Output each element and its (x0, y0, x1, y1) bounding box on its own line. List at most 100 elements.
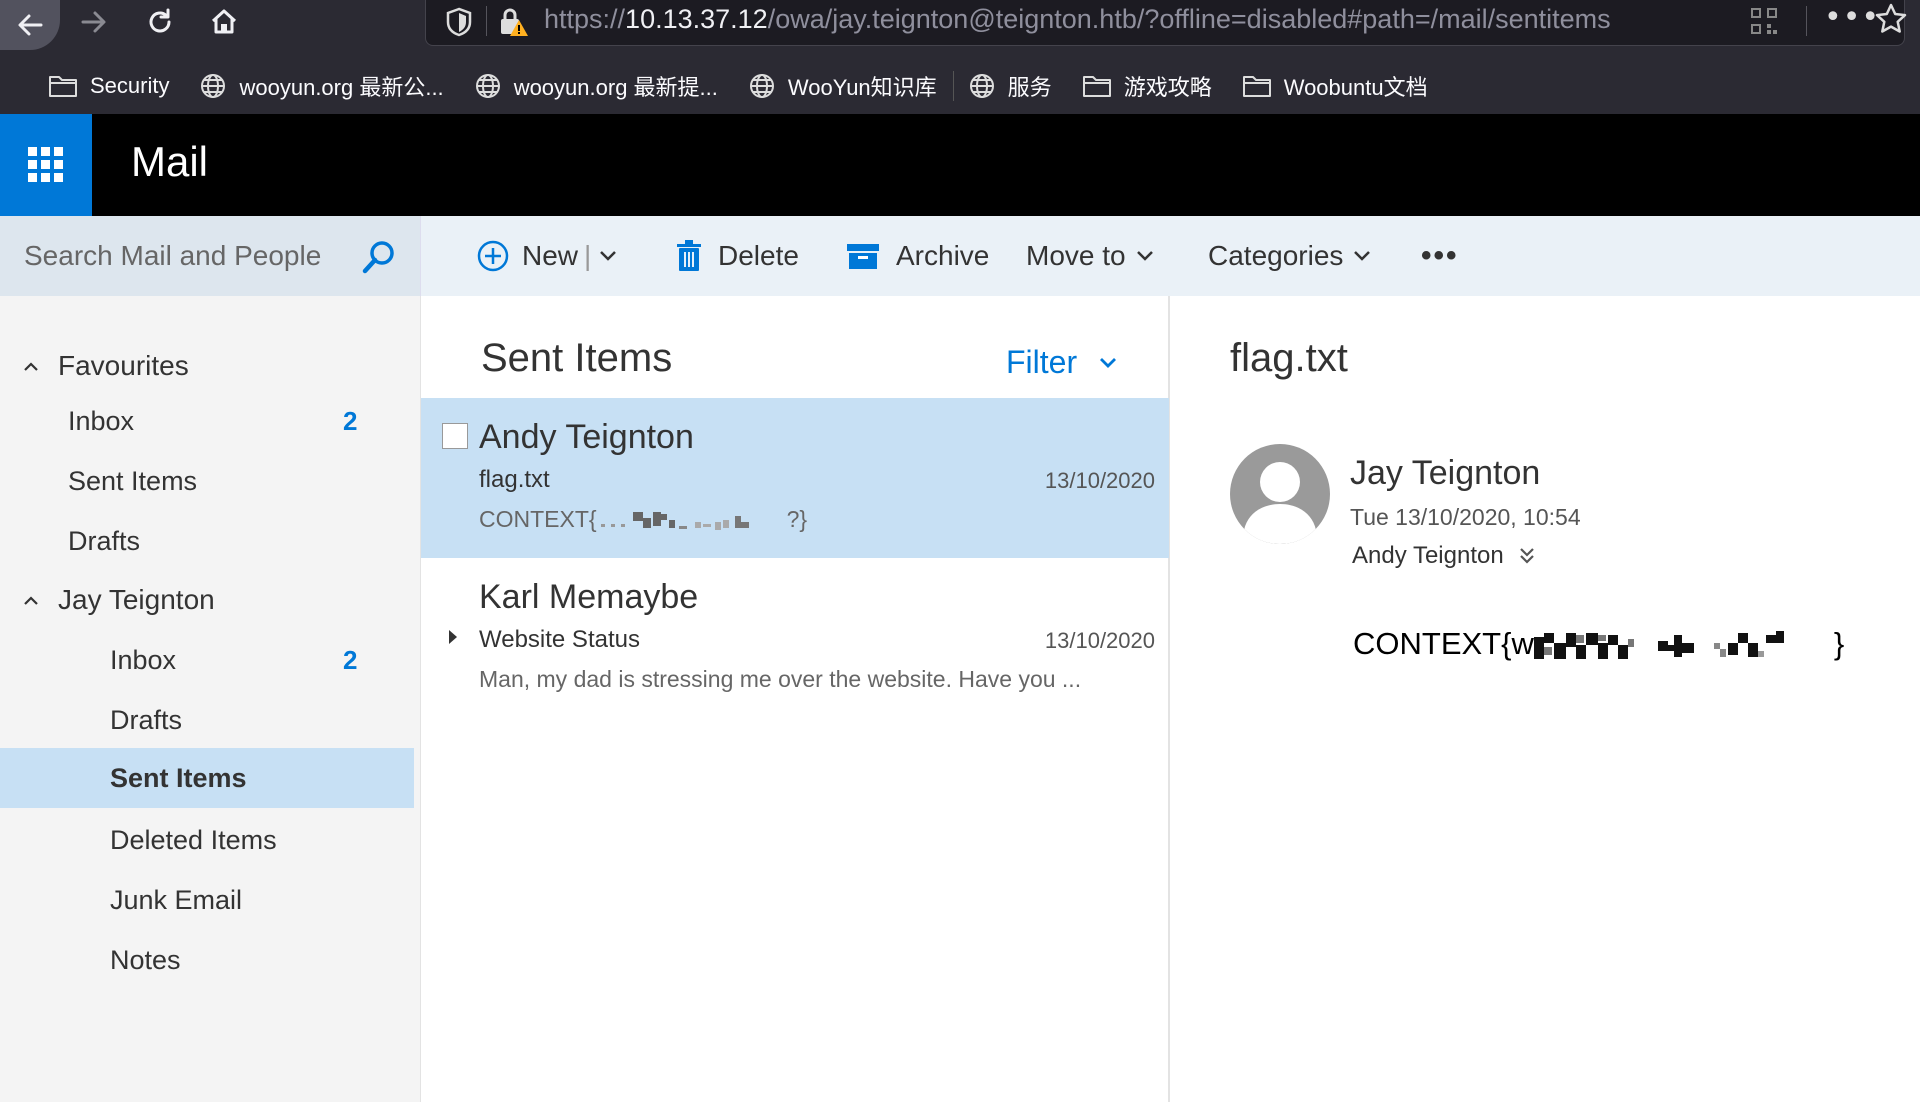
folder-favourite-inbox[interactable]: Inbox 2 (0, 391, 414, 451)
globe-icon (749, 74, 774, 98)
chevron-up-icon (24, 596, 38, 605)
message-item[interactable]: Karl Memaybe Website Status 13/10/2020 M… (421, 558, 1169, 718)
filter-label: Filter (1006, 344, 1078, 380)
search-icon[interactable] (360, 238, 398, 276)
avatar[interactable] (1230, 444, 1330, 544)
app-launcher-button[interactable] (0, 114, 92, 216)
folder-label: Drafts (110, 704, 183, 735)
delete-button[interactable]: Delete (676, 216, 799, 296)
message-item[interactable]: Andy Teignton flag.txt 13/10/2020 CONTEX… (421, 398, 1169, 558)
reading-recipient[interactable]: Andy Teignton (1352, 542, 1536, 570)
folder-title: Sent Items (481, 336, 673, 380)
message-body: CONTEXT{w} (1353, 626, 1844, 663)
message-sender: Andy Teignton (479, 418, 694, 456)
select-checkbox[interactable] (442, 423, 468, 449)
folder-favourite-sent[interactable]: Sent Items (0, 451, 414, 511)
app-title[interactable]: Mail (131, 138, 208, 186)
bookmark-woobuntu-docs[interactable]: Woobuntu文档 (1242, 66, 1428, 106)
reading-pane: flag.txt Jay Teignton Tue 13/10/2020, 10… (1170, 296, 1920, 1102)
search-input[interactable] (24, 234, 344, 278)
account-group-header[interactable]: Jay Teignton (0, 570, 414, 630)
message-subject: flag.txt (479, 466, 550, 493)
folder-label: Sent Items (68, 465, 198, 496)
bookmark-wooyun-1[interactable]: wooyun.org 最新公... (199, 66, 444, 106)
message-date: 13/10/2020 (1044, 628, 1155, 653)
trash-icon (677, 240, 701, 271)
arrow-right-icon (81, 11, 106, 33)
folder-label: Inbox (110, 644, 177, 675)
favourites-group-header[interactable]: Favourites (0, 336, 414, 396)
chevron-down-icon (1136, 251, 1153, 261)
folder-icon (1242, 76, 1271, 97)
chevron-down-icon (1354, 251, 1371, 261)
globe-icon (475, 74, 500, 98)
folder-junk-email[interactable]: Junk Email (0, 870, 414, 930)
folder-label: Inbox (68, 405, 135, 436)
folder-label: Notes (110, 944, 181, 975)
folder-favourite-drafts[interactable]: Drafts (0, 511, 414, 571)
reading-sender[interactable]: Jay Teignton (1350, 454, 1540, 493)
url-bar[interactable]: https://10.13.37.12/owa/jay.teignton@tei… (425, 0, 1908, 46)
redacted-pixelation (600, 511, 749, 530)
reload-icon (149, 8, 171, 33)
arrow-left-icon (18, 14, 43, 36)
bookmark-label: wooyun.org 最新提... (513, 75, 718, 100)
folder-inbox[interactable]: Inbox 2 (0, 630, 414, 690)
message-preview: Man, my dad is stressing me over the web… (479, 666, 1082, 692)
message-subject: Website Status (479, 626, 640, 653)
new-message-button[interactable]: New | (476, 216, 619, 296)
chevron-down-icon[interactable] (597, 245, 619, 267)
preview-text: CONTEXT{ (479, 506, 597, 532)
person-icon (1244, 462, 1316, 544)
archive-button[interactable]: Archive (846, 216, 989, 296)
reading-date: Tue 13/10/2020, 10:54 (1350, 504, 1581, 530)
waffle-grid-icon (28, 147, 63, 182)
folder-notes[interactable]: Notes (0, 930, 414, 990)
recipient-name: Andy Teignton (1352, 542, 1504, 569)
folder-label: Deleted Items (110, 824, 277, 855)
account-label: Jay Teignton (58, 584, 215, 615)
chevron-up-icon (24, 362, 38, 371)
delete-label: Delete (718, 240, 799, 271)
globe-icon (969, 74, 994, 98)
bookmark-services[interactable]: 服务 (968, 66, 1052, 106)
shield-icon[interactable] (444, 6, 474, 38)
double-chevron-down-icon[interactable] (1518, 545, 1536, 567)
message-list: Sent Items Filter Andy Teignton flag.txt… (420, 296, 1170, 1102)
home-button[interactable] (202, 0, 246, 44)
bookmark-label: 游戏攻略 (1123, 75, 1212, 100)
move-to-button[interactable]: Move to (1026, 216, 1156, 296)
forward-button[interactable] (72, 0, 116, 44)
globe-icon (201, 74, 226, 98)
folder-sent-items[interactable]: Sent Items (0, 748, 414, 808)
url-text[interactable]: https://10.13.37.12/owa/jay.teignton@tei… (544, 4, 1611, 35)
bookmark-wooyun-kb[interactable]: WooYun知识库 (748, 66, 937, 106)
folder-deleted-items[interactable]: Deleted Items (0, 810, 414, 870)
reload-button[interactable] (138, 0, 182, 44)
bookmark-label: Woobuntu文档 (1283, 75, 1428, 100)
bookmark-label: wooyun.org 最新公... (239, 75, 444, 100)
unread-count: 2 (343, 644, 358, 675)
body-text: CONTEXT{w (1353, 626, 1534, 661)
page-actions-button[interactable]: ••• (1824, 0, 1880, 35)
qr-code-icon[interactable] (1748, 4, 1780, 38)
folder-label: Drafts (68, 525, 141, 556)
more-commands-button[interactable]: ••• (1421, 216, 1459, 296)
categories-button[interactable]: Categories (1208, 216, 1373, 296)
bookmark-star-icon[interactable] (1874, 2, 1908, 36)
back-button[interactable] (0, 0, 60, 50)
bookmark-label: WooYun知识库 (787, 75, 937, 100)
preview-text-end: ?} (786, 506, 808, 532)
url-scheme: https:// (544, 4, 626, 34)
archive-icon (847, 244, 879, 269)
chevron-down-icon (1100, 357, 1117, 368)
expand-triangle-icon[interactable] (447, 628, 459, 646)
filter-button[interactable]: Filter (1006, 344, 1119, 381)
bookmark-security[interactable]: Security (48, 66, 169, 106)
move-to-label: Move to (1026, 240, 1126, 271)
bookmark-game-guides[interactable]: 游戏攻略 (1082, 66, 1212, 106)
insecure-lock-icon[interactable] (496, 6, 530, 40)
bookmark-wooyun-2[interactable]: wooyun.org 最新提... (474, 66, 718, 106)
url-separator (486, 6, 487, 36)
folder-drafts[interactable]: Drafts (0, 690, 414, 750)
